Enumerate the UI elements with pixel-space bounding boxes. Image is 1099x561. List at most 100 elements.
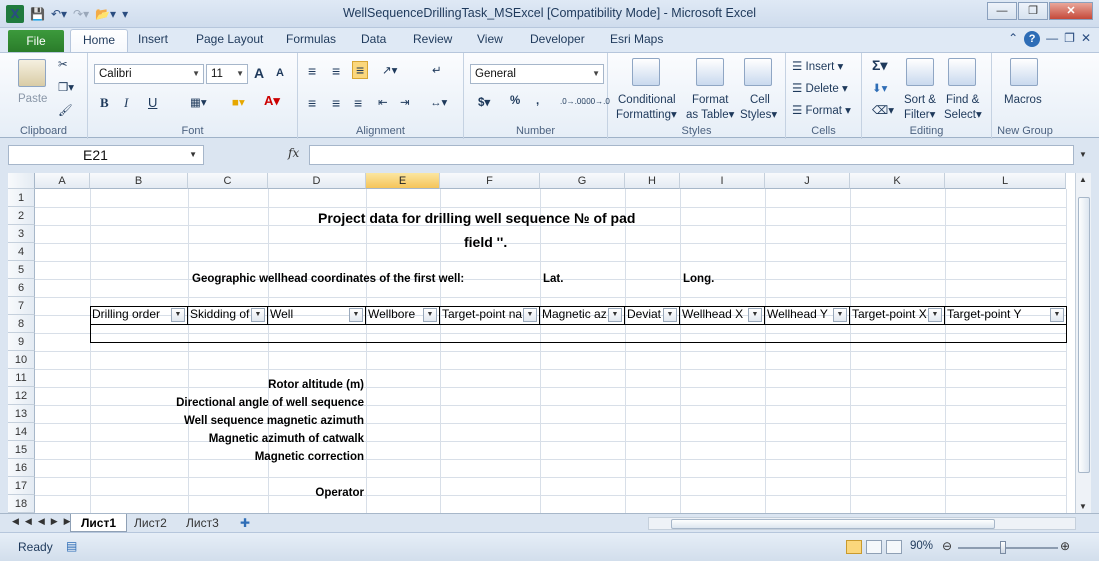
row-header-15[interactable]: 15 — [8, 441, 35, 459]
filter-dropdown-icon[interactable]: ▼ — [663, 308, 677, 322]
row-header-14[interactable]: 14 — [8, 423, 35, 441]
column-header-k[interactable]: K — [850, 173, 945, 189]
zoom-out-icon[interactable]: ⊖ — [942, 539, 952, 553]
paste-icon[interactable] — [18, 59, 46, 87]
workbook-restore-icon[interactable]: ❐ — [1064, 31, 1075, 47]
increase-decimal-button[interactable]: .0→.00 — [560, 97, 586, 106]
filter-dropdown-icon[interactable]: ▼ — [171, 308, 185, 322]
column-header-a[interactable]: A — [35, 173, 90, 189]
percent-button[interactable]: % — [510, 95, 520, 107]
macros-icon[interactable] — [1010, 58, 1038, 86]
delete-cells-button[interactable]: ☰ Delete ▾ — [792, 81, 848, 95]
sheet-tab-3[interactable]: Лист3 — [176, 514, 229, 532]
workbook-close-icon[interactable]: ✕ — [1081, 31, 1091, 47]
filter-dropdown-icon[interactable]: ▼ — [423, 308, 437, 322]
row-header-8[interactable]: 8 — [8, 315, 35, 333]
row-header-4[interactable]: 4 — [8, 243, 35, 261]
tab-file[interactable]: File — [8, 30, 64, 52]
table-header-cell[interactable]: Skidding of ▼ — [188, 306, 268, 325]
table-header-cell[interactable]: Magnetic az ▼ — [540, 306, 625, 325]
table-header-cell[interactable]: Target-point Y ▼ — [945, 306, 1067, 325]
row-header-10[interactable]: 10 — [8, 351, 35, 369]
filter-dropdown-icon[interactable]: ▼ — [349, 308, 363, 322]
row-header-5[interactable]: 5 — [8, 261, 35, 279]
tab-view[interactable]: View — [477, 32, 503, 46]
conditional-formatting-label[interactable]: Conditional — [618, 94, 676, 106]
shrink-font-button[interactable]: A — [276, 67, 284, 79]
table-header-cell[interactable]: Drilling order ▼ — [90, 306, 188, 325]
insert-function-button[interactable]: fx — [288, 146, 299, 160]
filter-dropdown-icon[interactable]: ▼ — [928, 308, 942, 322]
macros-button[interactable]: Macros — [1004, 94, 1042, 106]
row-header-11[interactable]: 11 — [8, 369, 35, 387]
fill-color-icon[interactable]: ■▾ — [232, 95, 245, 109]
currency-button[interactable]: $▾ — [478, 95, 490, 109]
bold-button[interactable]: B — [100, 95, 109, 111]
table-header-cell[interactable]: Wellhead X ▼ — [680, 306, 765, 325]
row-header-18[interactable]: 18 — [8, 495, 35, 513]
align-left-icon[interactable]: ≡ — [308, 95, 316, 111]
collapse-ribbon-icon[interactable]: ⌃ — [1008, 31, 1018, 47]
tab-esri-maps[interactable]: Esri Maps — [610, 32, 663, 46]
worksheet-grid[interactable]: A B C D E F G H I J K L 1 2 3 4 5 6 7 8 9 10 11 12 13 14 15 16 17 18 P… — [8, 173, 1075, 513]
column-header-i[interactable]: I — [680, 173, 765, 189]
cut-icon[interactable]: ✂ — [58, 57, 68, 71]
sort-filter-icon[interactable] — [906, 58, 934, 86]
format-as-table-label[interactable]: Format — [692, 94, 728, 106]
table-header-cell[interactable]: Wellhead Y ▼ — [765, 306, 850, 325]
column-header-f[interactable]: F — [440, 173, 540, 189]
table-header-cell[interactable]: Well ▼ — [268, 306, 366, 325]
paste-button[interactable]: Paste — [18, 93, 47, 105]
help-icon[interactable]: ? — [1024, 31, 1041, 47]
italic-button[interactable]: I — [124, 95, 128, 111]
cell-styles-label-2[interactable]: Styles▾ — [740, 107, 777, 121]
restore-button[interactable]: ❐ — [1018, 2, 1048, 20]
clear-icon[interactable]: ⌫▾ — [872, 103, 894, 117]
insert-cells-button[interactable]: ☰ Insert ▾ — [792, 59, 843, 73]
filter-dropdown-icon[interactable]: ▼ — [833, 308, 847, 322]
tab-page-layout[interactable]: Page Layout — [196, 32, 263, 46]
sort-filter-label[interactable]: Sort & — [904, 94, 936, 106]
borders-icon[interactable]: ▦▾ — [190, 95, 207, 109]
page-break-view-button[interactable] — [886, 540, 902, 554]
row-header-12[interactable]: 12 — [8, 387, 35, 405]
table-header-cell[interactable]: Deviat ▼ — [625, 306, 680, 325]
tab-review[interactable]: Review — [413, 32, 452, 46]
format-painter-icon[interactable]: 🖌 — [58, 103, 73, 117]
horizontal-scrollbar[interactable] — [648, 517, 1076, 530]
grow-font-button[interactable]: A — [254, 65, 264, 81]
table-header-cell[interactable]: Target-point na ▼ — [440, 306, 540, 325]
format-as-table-icon[interactable] — [696, 58, 724, 86]
tab-formulas[interactable]: Formulas — [286, 32, 336, 46]
sort-filter-label-2[interactable]: Filter▾ — [904, 107, 935, 121]
filter-dropdown-icon[interactable]: ▼ — [251, 308, 265, 322]
zoom-slider-knob[interactable] — [1000, 541, 1006, 554]
column-header-l[interactable]: L — [945, 173, 1066, 189]
conditional-formatting-label-2[interactable]: Formatting▾ — [616, 107, 677, 121]
find-select-label-2[interactable]: Select▾ — [944, 107, 982, 121]
align-right-icon[interactable]: ≡ — [354, 95, 362, 111]
zoom-level[interactable]: 90% — [910, 540, 933, 552]
scroll-down-icon[interactable]: ▼ — [1079, 502, 1087, 511]
name-box[interactable]: E21 ▼ — [8, 145, 204, 165]
row-header-17[interactable]: 17 — [8, 477, 35, 495]
table-header-cell[interactable]: Wellbore ▼ — [366, 306, 440, 325]
autosum-button[interactable]: Σ▾ — [872, 57, 887, 74]
fill-icon[interactable]: ⬇▾ — [872, 81, 887, 95]
font-size-combo[interactable]: 11 ▼ — [206, 64, 248, 84]
format-cells-button[interactable]: ☰ Format ▾ — [792, 103, 851, 117]
zoom-in-icon[interactable]: ⊕ — [1060, 539, 1070, 553]
column-header-h[interactable]: H — [625, 173, 680, 189]
cell-styles-icon[interactable] — [744, 58, 772, 86]
row-header-9[interactable]: 9 — [8, 333, 35, 351]
font-color-icon[interactable]: A▾ — [264, 93, 280, 109]
macro-record-icon[interactable]: ▤ — [66, 539, 77, 553]
align-middle-icon[interactable]: ≡ — [332, 63, 340, 79]
row-header-3[interactable]: 3 — [8, 225, 35, 243]
row-header-7[interactable]: 7 — [8, 297, 35, 315]
tab-insert[interactable]: Insert — [138, 32, 168, 46]
row-header-6[interactable]: 6 — [8, 279, 35, 297]
row-header-2[interactable]: 2 — [8, 207, 35, 225]
column-header-j[interactable]: J — [765, 173, 850, 189]
workbook-minimize-icon[interactable]: — — [1046, 31, 1058, 47]
